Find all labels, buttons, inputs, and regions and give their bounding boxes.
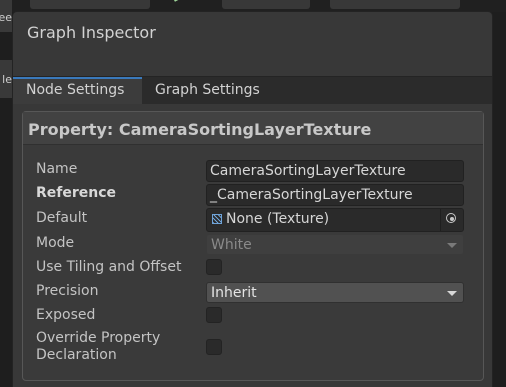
object-picker-icon[interactable] — [440, 209, 463, 231]
exposed-checkbox[interactable] — [206, 307, 222, 323]
background-node — [330, 0, 460, 9]
override-declaration-checkbox[interactable] — [206, 339, 222, 355]
property-header[interactable]: Property: CameraSortingLayerTexture — [23, 112, 483, 145]
background-node-label: ee — [0, 11, 12, 24]
reference-field[interactable]: _CameraSortingLayerTexture — [206, 184, 464, 206]
background-node-label: le — [2, 73, 12, 86]
use-tiling-label: Use Tiling and Offset — [36, 259, 182, 275]
use-tiling-checkbox[interactable] — [206, 259, 222, 275]
tab-node-settings[interactable]: Node Settings — [13, 77, 142, 104]
mode-label: Mode — [36, 235, 75, 251]
tab-graph-settings[interactable]: Graph Settings — [142, 77, 273, 104]
default-object-value: None (Texture) — [226, 211, 330, 227]
mode-dropdown[interactable]: White — [206, 234, 464, 255]
name-field[interactable]: CameraSortingLayerTexture — [206, 160, 464, 182]
tab-bar: Node Settings Graph Settings — [13, 76, 492, 104]
precision-label: Precision — [36, 283, 99, 299]
chevron-down-icon — [447, 291, 457, 296]
graph-inspector-panel: Graph Inspector Node Settings Graph Sett… — [12, 11, 493, 387]
texture-icon — [212, 214, 222, 224]
default-object-field[interactable]: None (Texture) — [206, 208, 464, 232]
default-label: Default — [36, 210, 88, 226]
reference-label: Reference — [36, 185, 117, 201]
precision-dropdown[interactable]: Inherit — [206, 282, 464, 303]
background-node — [222, 0, 310, 9]
background-node — [30, 0, 150, 9]
exposed-label: Exposed — [36, 307, 96, 323]
panel-title[interactable]: Graph Inspector — [27, 23, 156, 42]
name-label: Name — [36, 161, 78, 177]
override-label-line2: Declaration — [36, 347, 117, 363]
chevron-down-icon — [447, 243, 457, 248]
override-label-line1: Override Property — [36, 330, 161, 346]
mode-value: White — [211, 237, 252, 253]
precision-value: Inherit — [211, 285, 257, 301]
override-declaration-label: Override Property Declaration — [36, 330, 160, 364]
property-section: Property: CameraSortingLayerTexture Name… — [22, 111, 484, 381]
